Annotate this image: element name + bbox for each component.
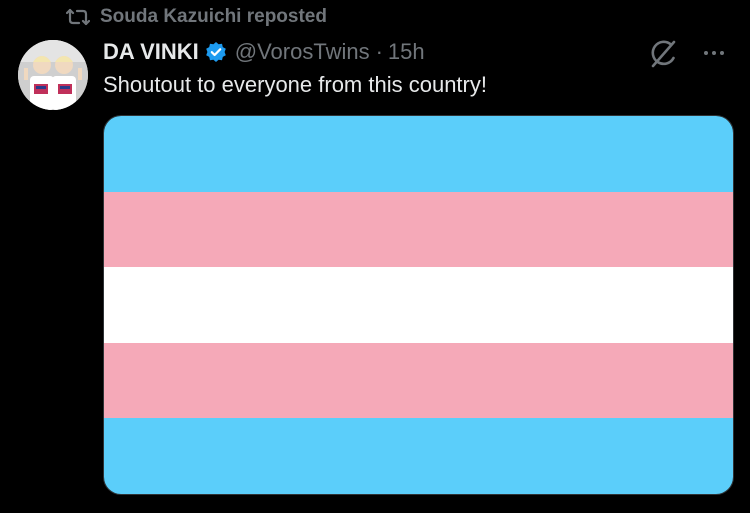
flag-stripe [104,418,733,494]
repost-icon [66,6,90,28]
flag-stripe [104,116,733,192]
tweet-header: DA VINKI @VorosTwins · 15h [103,38,425,66]
more-options-icon[interactable] [697,40,731,66]
author-handle[interactable]: @VorosTwins [235,39,370,65]
timestamp[interactable]: 15h [388,39,425,65]
flag-stripe [104,191,733,268]
verified-badge-icon[interactable] [205,41,227,63]
separator-dot: · [375,39,383,64]
repost-label: Souda Kazuichi reposted [100,6,327,27]
tweet-media-flag-image[interactable] [103,115,734,495]
avatar[interactable] [18,40,88,110]
repost-indicator[interactable]: Souda Kazuichi reposted [66,5,327,29]
display-name[interactable]: DA VINKI [103,39,199,65]
grok-icon[interactable] [646,37,680,71]
flag-stripe [104,267,733,343]
tweet-text: Shoutout to everyone from this country! [103,72,487,97]
flag-stripe [104,342,733,419]
